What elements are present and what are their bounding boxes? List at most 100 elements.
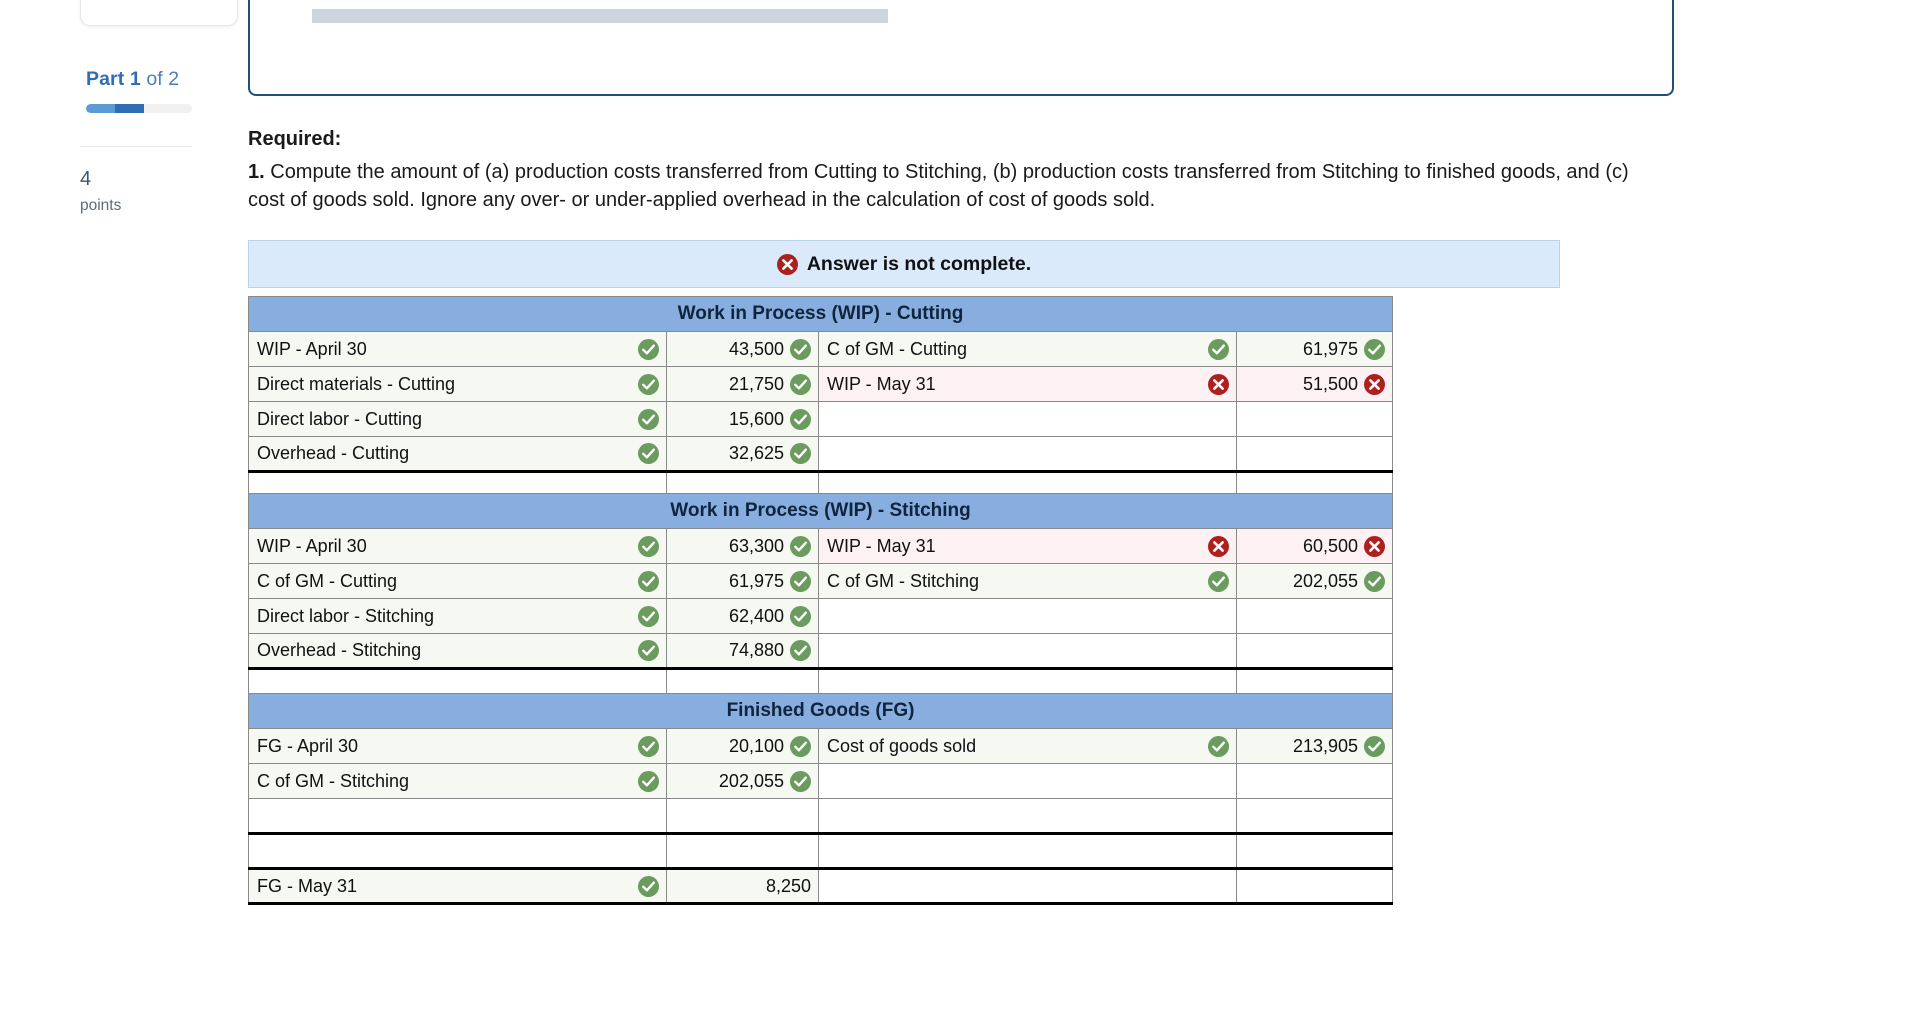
row-left-amount-cell[interactable]: 21,750 <box>666 366 819 402</box>
row-right-label-cell[interactable] <box>818 401 1237 437</box>
row-left-label-text: Overhead - Stitching <box>257 640 422 660</box>
correct-check-icon <box>638 408 659 430</box>
row-right-label-cell[interactable] <box>818 832 1237 870</box>
table-row: Overhead - Stitching 74,880 <box>248 633 1394 669</box>
part-indicator-current: Part 1 <box>86 68 141 90</box>
row-left-label-text: Direct materials - Cutting <box>257 373 456 394</box>
correct-check-icon <box>790 443 811 464</box>
row-right-label-cell[interactable] <box>818 598 1237 634</box>
points-value: 4 <box>80 168 92 190</box>
answer-table-3: Finished Goods (FG) FG - April 30 20,100 Co… <box>247 693 1394 905</box>
correct-check-icon <box>638 770 659 792</box>
row-right-label-text: C of GM - Stitching <box>827 570 980 591</box>
row-right-label-cell[interactable] <box>818 763 1237 799</box>
row-right-amount-cell[interactable]: 202,055 <box>1235 563 1394 599</box>
row-right-label-cell[interactable]: C of GM - Stitching <box>818 563 1237 599</box>
row-left-amount-cell[interactable] <box>666 832 819 870</box>
row-left-amount-text: 32,625 <box>728 443 784 463</box>
table-row <box>248 798 1394 834</box>
correct-check-icon <box>790 338 811 360</box>
correct-check-icon <box>1208 570 1229 592</box>
row-right-amount-cell[interactable] <box>1235 633 1394 669</box>
row-right-amount-text: 51,500 <box>1302 373 1359 394</box>
row-right-label-cell[interactable]: WIP - May 31 <box>818 528 1237 564</box>
progress-segment-completed <box>86 104 115 113</box>
table-row: FG - May 31 8,250 <box>248 868 1394 905</box>
navigation-card[interactable] <box>80 0 238 26</box>
row-left-amount-cell[interactable]: 32,625 <box>666 436 819 472</box>
row-left-label-cell[interactable] <box>248 798 667 834</box>
row-left-amount-text: 20,100 <box>728 735 784 756</box>
row-left-amount-cell[interactable]: 63,300 <box>666 528 819 564</box>
incorrect-cross-icon <box>1364 373 1386 395</box>
row-right-amount-cell[interactable] <box>1235 868 1394 905</box>
row-right-amount-cell[interactable] <box>1235 763 1394 799</box>
sidebar-divider <box>80 146 192 147</box>
row-left-label-cell[interactable]: WIP - April 30 <box>248 528 667 564</box>
required-item-text: Compute the amount of (a) production cos… <box>248 161 1629 211</box>
row-left-amount-cell[interactable]: 15,600 <box>666 401 819 437</box>
row-left-amount-cell[interactable]: 202,055 <box>666 763 819 799</box>
row-left-amount-text: 43,500 <box>728 338 784 359</box>
row-right-amount-cell[interactable] <box>1235 401 1394 437</box>
row-left-amount-text: 62,400 <box>728 605 784 626</box>
row-left-amount-cell[interactable]: 62,400 <box>666 598 819 634</box>
row-left-amount-text: 21,750 <box>728 373 784 394</box>
points-label: points <box>80 197 122 214</box>
correct-check-icon <box>638 735 659 757</box>
correct-check-icon <box>638 338 659 360</box>
row-right-amount-cell[interactable] <box>1235 832 1394 870</box>
row-left-label-cell[interactable]: Overhead - Stitching <box>248 633 667 669</box>
part-progress-bar <box>86 104 192 113</box>
row-right-label-text: WIP - May 31 <box>827 535 936 556</box>
table-row: Direct materials - Cutting 21,750 WIP - Ma… <box>248 366 1394 402</box>
row-right-label-cell[interactable]: C of GM - Cutting <box>818 331 1237 367</box>
row-right-label-cell[interactable] <box>818 868 1237 905</box>
row-right-amount-cell[interactable]: 60,500 <box>1235 528 1394 564</box>
row-left-label-cell[interactable]: C of GM - Cutting <box>248 563 667 599</box>
correct-check-icon <box>638 605 659 627</box>
row-right-amount-cell[interactable]: 51,500 <box>1235 366 1394 402</box>
row-left-label-cell[interactable]: FG - April 30 <box>248 728 667 764</box>
row-right-label-cell[interactable]: Cost of goods sold <box>818 728 1237 764</box>
row-left-amount-text: 61,975 <box>728 570 784 591</box>
row-right-amount-cell[interactable]: 213,905 <box>1235 728 1394 764</box>
row-left-label-text: FG - April 30 <box>257 735 359 756</box>
row-right-label-cell[interactable] <box>818 436 1237 472</box>
row-left-label-text: Direct labor - Stitching <box>257 605 435 626</box>
row-left-label-cell[interactable] <box>248 832 667 870</box>
row-left-amount-text: 202,055 <box>718 770 784 791</box>
row-right-amount-text: 213,905 <box>1292 735 1359 756</box>
row-left-label-text: Overhead - Cutting <box>257 443 410 463</box>
table-row: WIP - April 30 43,500 C of GM - Cutting 61,… <box>248 331 1394 367</box>
row-left-amount-cell[interactable]: 20,100 <box>666 728 819 764</box>
table-section-title: Work in Process (WIP) - Cutting <box>247 296 1394 332</box>
row-right-amount-cell[interactable] <box>1235 436 1394 472</box>
row-left-amount-text: 63,300 <box>728 535 784 556</box>
row-right-label-cell[interactable] <box>818 798 1237 834</box>
row-left-label-cell[interactable]: Direct materials - Cutting <box>248 366 667 402</box>
row-left-amount-cell[interactable]: 61,975 <box>666 563 819 599</box>
row-right-amount-cell[interactable] <box>1235 598 1394 634</box>
row-right-label-text: C of GM - Cutting <box>827 338 968 359</box>
table-section-title: Finished Goods (FG) <box>247 693 1394 729</box>
row-left-amount-cell[interactable]: 74,880 <box>666 633 819 669</box>
row-left-label-text: FG - May 31 <box>257 875 358 896</box>
row-left-label-cell[interactable]: C of GM - Stitching <box>248 763 667 799</box>
row-left-label-cell[interactable]: Overhead - Cutting <box>248 436 667 472</box>
answer-worksheet-page: Part 1 of 2 4 points Required: 1. Comput… <box>0 0 1918 1010</box>
row-left-label-cell[interactable]: WIP - April 30 <box>248 331 667 367</box>
row-right-amount-cell[interactable] <box>1235 798 1394 834</box>
row-left-label-cell[interactable]: Direct labor - Cutting <box>248 401 667 437</box>
correct-check-icon <box>790 605 811 627</box>
row-right-amount-cell[interactable]: 61,975 <box>1235 331 1394 367</box>
part-indicator: Part 1 of 2 <box>86 68 179 91</box>
row-right-label-cell[interactable] <box>818 633 1237 669</box>
row-right-label-cell[interactable]: WIP - May 31 <box>818 366 1237 402</box>
row-left-amount-cell[interactable] <box>666 798 819 834</box>
row-left-label-cell[interactable]: FG - May 31 <box>248 868 667 905</box>
row-left-label-text: WIP - April 30 <box>257 535 367 556</box>
row-left-amount-cell[interactable]: 8,250 <box>666 868 819 905</box>
row-left-label-cell[interactable]: Direct labor - Stitching <box>248 598 667 634</box>
row-left-amount-cell[interactable]: 43,500 <box>666 331 819 367</box>
